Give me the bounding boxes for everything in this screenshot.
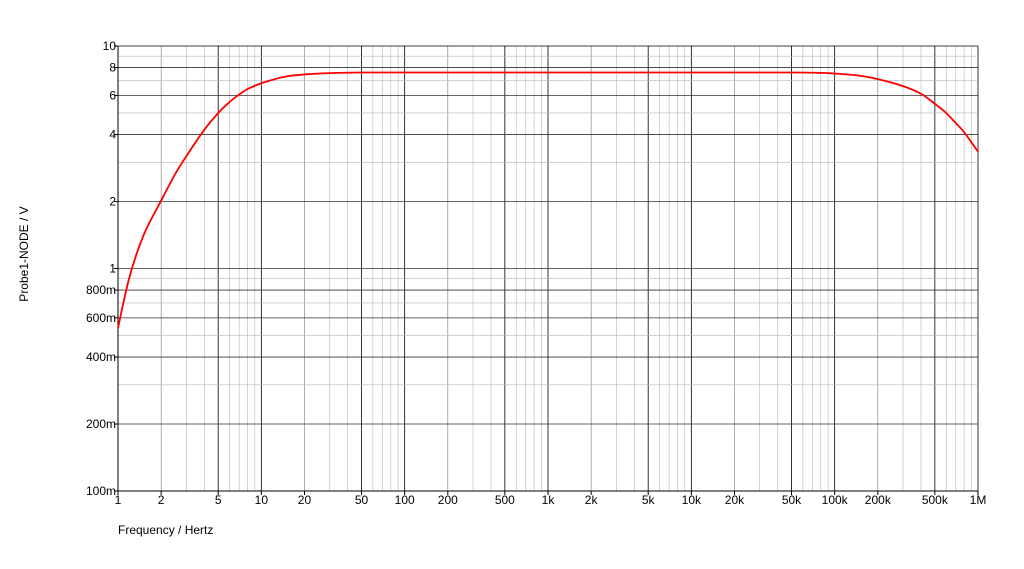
x-tick-label: 500 [495, 493, 515, 507]
x-tick-label: 5 [215, 493, 222, 507]
y-tick-label: 800m [86, 283, 116, 297]
x-tick-label: 2k [585, 493, 599, 507]
y-tick-label: 600m [86, 311, 116, 325]
x-tick-label: 10 [255, 493, 269, 507]
x-tick-label: 2 [158, 493, 165, 507]
y-tick-label: 100m [86, 484, 116, 498]
y-tick-label: 400m [86, 350, 116, 364]
y-tick-label: 2 [109, 195, 116, 209]
x-tick-label: 10k [682, 493, 702, 507]
x-tick-label: 20k [725, 493, 745, 507]
x-axis-title: Frequency / Hertz [118, 523, 213, 537]
y-tick-label: 4 [109, 128, 116, 142]
x-tick-label: 100 [395, 493, 415, 507]
x-tick-label: 500k [922, 493, 949, 507]
grid [117, 45, 979, 492]
x-tick-label: 1M [970, 493, 987, 507]
y-axis-title: Probe1-NODE / V [17, 206, 31, 301]
x-tick-label: 200 [438, 493, 458, 507]
y-tick-label: 1 [109, 262, 116, 276]
y-tick-label: 8 [109, 61, 116, 75]
x-tick-label: 200k [865, 493, 892, 507]
y-tick-label: 200m [86, 417, 116, 431]
y-tick-label: 6 [109, 88, 116, 102]
frequency-response-chart: 1 2 5 10 20 50 100 200 500 1k 2k 5k 10k 20k 50k 100k 200… [17, 39, 987, 537]
x-tick-label: 5k [642, 493, 656, 507]
x-tick-label: 20 [298, 493, 312, 507]
y-tick-label: 10 [103, 39, 117, 53]
x-tick-label: 50 [355, 493, 369, 507]
x-tick-label: 50k [782, 493, 802, 507]
x-tick-label: 100k [822, 493, 849, 507]
x-tick-label: 1k [542, 493, 556, 507]
